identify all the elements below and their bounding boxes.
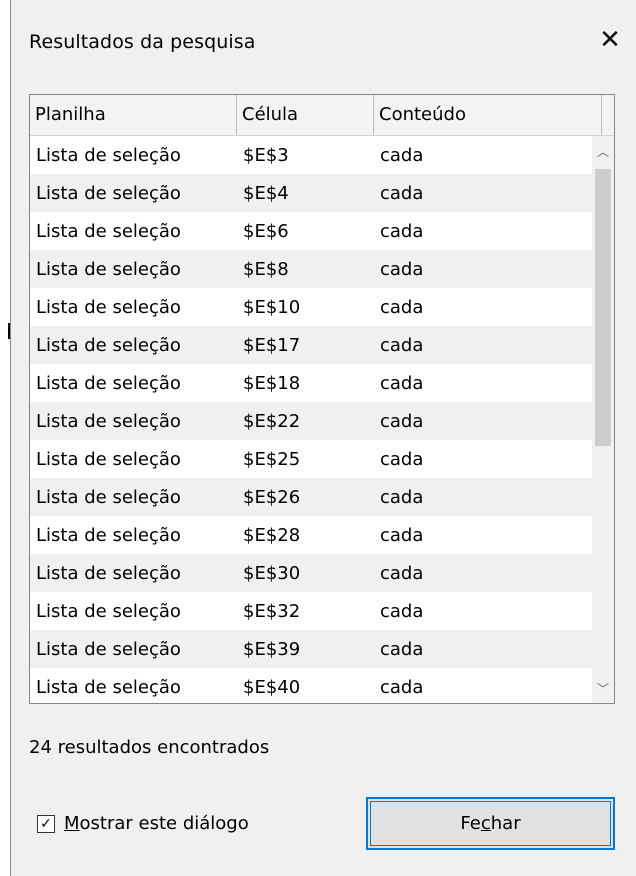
title-bar[interactable]: Resultados da pesquisa ✕ — [11, 0, 636, 82]
table-row[interactable]: Lista de seleção $E$4 cada — [30, 174, 592, 212]
check-icon: ✓ — [40, 815, 52, 832]
scrollbar-thumb[interactable] — [595, 169, 611, 446]
show-dialog-checkbox[interactable]: ✓ — [37, 814, 55, 833]
results-count: 24 resultados encontrados — [29, 737, 270, 758]
table-header: Planilha Célula Conteúdo — [30, 95, 614, 136]
cell-planilha: Lista de seleção — [36, 334, 181, 356]
cell-planilha: Lista de seleção — [36, 448, 181, 470]
cell-celula: $E$28 — [243, 524, 301, 546]
table-body: Lista de seleção $E$3 cada Lista de seleção… — [30, 136, 592, 703]
table-row[interactable]: Lista de seleção $E$25 cada — [30, 440, 592, 478]
cell-conteudo: cada — [380, 144, 424, 166]
results-table: Planilha Célula Conteúdo Lista de seleçã… — [29, 94, 615, 704]
table-row[interactable]: Lista de seleção $E$40 cada — [30, 668, 592, 703]
cell-celula: $E$3 — [243, 144, 289, 166]
close-button-focus-ring — [370, 801, 611, 846]
cell-planilha: Lista de seleção — [36, 372, 181, 394]
table-row[interactable]: Lista de seleção $E$8 cada — [30, 250, 592, 288]
table-row[interactable]: Lista de seleção $E$3 cada — [30, 136, 592, 174]
cell-celula: $E$10 — [243, 296, 301, 318]
cell-planilha: Lista de seleção — [36, 410, 181, 432]
cell-celula: $E$25 — [243, 448, 301, 470]
cell-planilha: Lista de seleção — [36, 600, 181, 622]
cell-celula: $E$22 — [243, 410, 301, 432]
cell-conteudo: cada — [380, 220, 424, 242]
table-row[interactable]: Lista de seleção $E$28 cada — [30, 516, 592, 554]
column-header-conteudo[interactable]: Conteúdo — [374, 95, 602, 135]
table-row[interactable]: Lista de seleção $E$32 cada — [30, 592, 592, 630]
cell-conteudo: cada — [380, 334, 424, 356]
show-dialog-mnemonic: M — [64, 813, 80, 834]
show-dialog-option[interactable]: ✓ Mostrar este diálogo — [37, 813, 249, 834]
table-row[interactable]: Lista de seleção $E$17 cada — [30, 326, 592, 364]
cell-conteudo: cada — [380, 600, 424, 622]
cell-celula: $E$26 — [243, 486, 301, 508]
cell-celula: $E$18 — [243, 372, 301, 394]
column-header-planilha[interactable]: Planilha — [30, 95, 237, 135]
cell-planilha: Lista de seleção — [36, 182, 181, 204]
dialog-title: Resultados da pesquisa — [29, 31, 256, 53]
cell-conteudo: cada — [380, 448, 424, 470]
cell-conteudo: cada — [380, 296, 424, 318]
cell-celula: $E$40 — [243, 676, 301, 698]
cell-planilha: Lista de seleção — [36, 144, 181, 166]
cell-celula: $E$39 — [243, 638, 301, 660]
table-row[interactable]: Lista de seleção $E$18 cada — [30, 364, 592, 402]
show-dialog-label-rest: ostrar este diálogo — [79, 813, 249, 834]
cell-conteudo: cada — [380, 410, 424, 432]
cell-conteudo: cada — [380, 638, 424, 660]
cell-planilha: Lista de seleção — [36, 258, 181, 280]
cell-celula: $E$30 — [243, 562, 301, 584]
cell-conteudo: cada — [380, 524, 424, 546]
cell-planilha: Lista de seleção — [36, 562, 181, 584]
table-row[interactable]: Lista de seleção $E$6 cada — [30, 212, 592, 250]
cell-planilha: Lista de seleção — [36, 676, 181, 698]
column-header-celula[interactable]: Célula — [237, 95, 374, 135]
cell-celula: $E$32 — [243, 600, 301, 622]
cell-conteudo: cada — [380, 182, 424, 204]
cell-conteudo: cada — [380, 676, 424, 698]
cell-planilha: Lista de seleção — [36, 524, 181, 546]
cell-planilha: Lista de seleção — [36, 296, 181, 318]
cell-celula: $E$6 — [243, 220, 289, 242]
cell-conteudo: cada — [380, 372, 424, 394]
vertical-scrollbar[interactable]: ︿ ﹀ — [592, 136, 614, 703]
cell-celula: $E$17 — [243, 334, 301, 356]
cell-celula: $E$8 — [243, 258, 289, 280]
cell-celula: $E$4 — [243, 182, 289, 204]
scroll-down-icon[interactable]: ﹀ — [592, 673, 614, 703]
search-results-dialog: Resultados da pesquisa ✕ Planilha Célula… — [10, 0, 636, 876]
show-dialog-label: Mostrar este diálogo — [64, 813, 249, 834]
table-row[interactable]: Lista de seleção $E$39 cada — [30, 630, 592, 668]
table-row[interactable]: Lista de seleção $E$30 cada — [30, 554, 592, 592]
cell-planilha: Lista de seleção — [36, 486, 181, 508]
cell-conteudo: cada — [380, 486, 424, 508]
table-row[interactable]: Lista de seleção $E$26 cada — [30, 478, 592, 516]
scroll-up-icon[interactable]: ︿ — [592, 136, 614, 166]
cell-conteudo: cada — [380, 258, 424, 280]
table-row[interactable]: Lista de seleção $E$22 cada — [30, 402, 592, 440]
table-row[interactable]: Lista de seleção $E$10 cada — [30, 288, 592, 326]
cell-conteudo: cada — [380, 562, 424, 584]
cell-planilha: Lista de seleção — [36, 638, 181, 660]
close-icon[interactable]: ✕ — [596, 26, 624, 54]
close-button[interactable]: Fechar — [366, 797, 615, 850]
cell-planilha: Lista de seleção — [36, 220, 181, 242]
